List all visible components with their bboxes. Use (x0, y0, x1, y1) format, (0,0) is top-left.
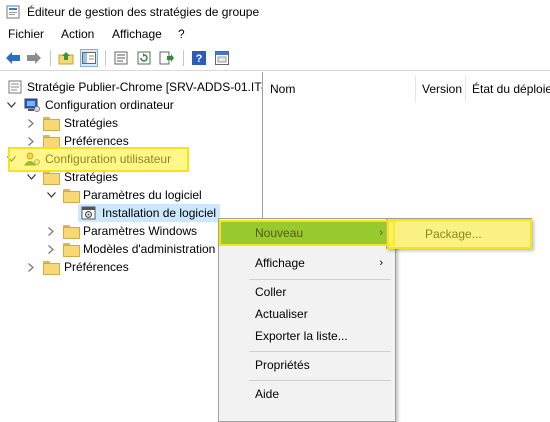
context-item-aide[interactable]: Aide (221, 383, 393, 405)
context-item-actualiser[interactable]: Actualiser (221, 303, 393, 325)
tree-item-software-installation[interactable]: Installation de logiciel (78, 204, 220, 222)
submenu-item-package[interactable]: Package... (389, 222, 529, 245)
submenu-arrow-icon: › (379, 257, 383, 269)
software-installation-label: Installation de logiciel (102, 206, 217, 220)
software-install-icon (81, 206, 96, 220)
refresh-icon[interactable] (135, 49, 153, 67)
export-list-icon[interactable] (158, 49, 176, 67)
windows-settings-label: Paramètres Windows (83, 224, 198, 238)
submenu-arrow-icon: › (379, 227, 383, 239)
svg-text:?: ? (196, 53, 203, 65)
tree-item-computer-preferences[interactable]: Préférences (0, 132, 262, 150)
user-icon (24, 152, 40, 166)
user-strategies-label: Stratégies (64, 170, 119, 184)
chevron-right-icon[interactable] (26, 262, 36, 272)
menu-fichier[interactable]: Fichier (6, 27, 46, 41)
chevron-right-icon[interactable] (46, 244, 56, 254)
column-header-version[interactable]: Version (416, 76, 465, 102)
tree-item-software-settings[interactable]: Paramètres du logiciel (0, 186, 262, 204)
computer-preferences-label: Préférences (64, 134, 129, 148)
context-item-exporter[interactable]: Exporter la liste... (221, 325, 393, 347)
submenu-nouveau: Package... (386, 218, 532, 249)
column-header-name[interactable]: Nom (264, 76, 415, 102)
context-exporter-label: Exporter la liste... (255, 329, 348, 343)
folder-open-icon (63, 189, 80, 203)
context-item-coller[interactable]: Coller (221, 281, 393, 303)
admin-templates-label: Modèles d'administration (83, 242, 216, 256)
gpo-editor-icon (6, 5, 20, 19)
context-coller-label: Coller (255, 285, 287, 299)
properties-icon[interactable] (112, 49, 130, 67)
tree-item-computer-strategies[interactable]: Stratégies (0, 114, 262, 132)
context-affichage-label: Affichage (255, 256, 305, 270)
chevron-down-icon[interactable] (6, 100, 16, 110)
column-name-label: Nom (270, 82, 296, 96)
context-actualiser-label: Actualiser (255, 307, 308, 321)
menu-help[interactable]: ? (176, 27, 187, 41)
column-header-deployment[interactable]: État du déploie (466, 76, 550, 102)
tree-item-user-config[interactable]: Configuration utilisateur (0, 150, 262, 168)
up-folder-icon[interactable] (57, 49, 75, 67)
menu-bar: Fichier Action Affichage ? (0, 25, 550, 45)
computer-strategies-label: Stratégies (64, 116, 119, 130)
forward-arrow-icon[interactable] (25, 49, 43, 67)
chevron-down-icon[interactable] (46, 190, 56, 200)
chevron-right-icon[interactable] (26, 118, 36, 128)
computer-icon (24, 98, 40, 112)
folder-icon (43, 261, 60, 275)
help-icon[interactable]: ? (190, 49, 208, 67)
context-item-proprietes[interactable]: Propriétés (221, 354, 393, 376)
context-menu: Nouveau › Affichage › Coller Actualiser … (218, 218, 396, 422)
title-bar: Éditeur de gestion des stratégies de gro… (0, 0, 550, 25)
chevron-down-icon[interactable] (26, 172, 36, 182)
toolbar: ? (0, 45, 550, 71)
folder-icon (63, 225, 80, 239)
chevron-down-icon[interactable] (6, 154, 16, 164)
menu-affichage[interactable]: Affichage (110, 27, 164, 41)
submenu-package-label: Package... (425, 226, 482, 241)
context-item-affichage[interactable]: Affichage › (221, 252, 393, 274)
user-preferences-label: Préférences (64, 260, 129, 274)
chevron-right-icon[interactable] (46, 226, 56, 236)
tree-item-user-strategies[interactable]: Stratégies (0, 168, 262, 186)
folder-icon (43, 135, 60, 149)
folder-open-icon (43, 171, 60, 185)
column-deployment-label: État du déploie (472, 82, 550, 96)
user-config-label: Configuration utilisateur (45, 152, 172, 166)
computer-config-label: Configuration ordinateur (45, 98, 174, 112)
folder-icon (43, 117, 60, 131)
window-title: Éditeur de gestion des stratégies de gro… (27, 5, 260, 19)
gpo-scroll-icon (8, 80, 22, 94)
tree-root-label: Stratégie Publier-Chrome [SRV-ADDS-01.IT… (27, 80, 263, 94)
chevron-right-icon[interactable] (26, 136, 36, 146)
console-view-icon[interactable] (213, 49, 231, 67)
folder-icon (63, 243, 80, 257)
back-arrow-icon[interactable] (4, 49, 22, 67)
context-nouveau-label: Nouveau (255, 226, 304, 240)
column-version-label: Version (422, 82, 463, 96)
tree-item-computer-config[interactable]: Configuration ordinateur (0, 96, 262, 114)
show-hide-tree-icon[interactable] (80, 49, 98, 67)
tree-root[interactable]: Stratégie Publier-Chrome [SRV-ADDS-01.IT… (0, 78, 263, 96)
menu-action[interactable]: Action (59, 27, 96, 41)
context-aide-label: Aide (255, 387, 280, 401)
context-item-nouveau[interactable]: Nouveau › (221, 222, 393, 244)
context-proprietes-label: Propriétés (255, 358, 310, 372)
software-settings-label: Paramètres du logiciel (83, 188, 202, 202)
